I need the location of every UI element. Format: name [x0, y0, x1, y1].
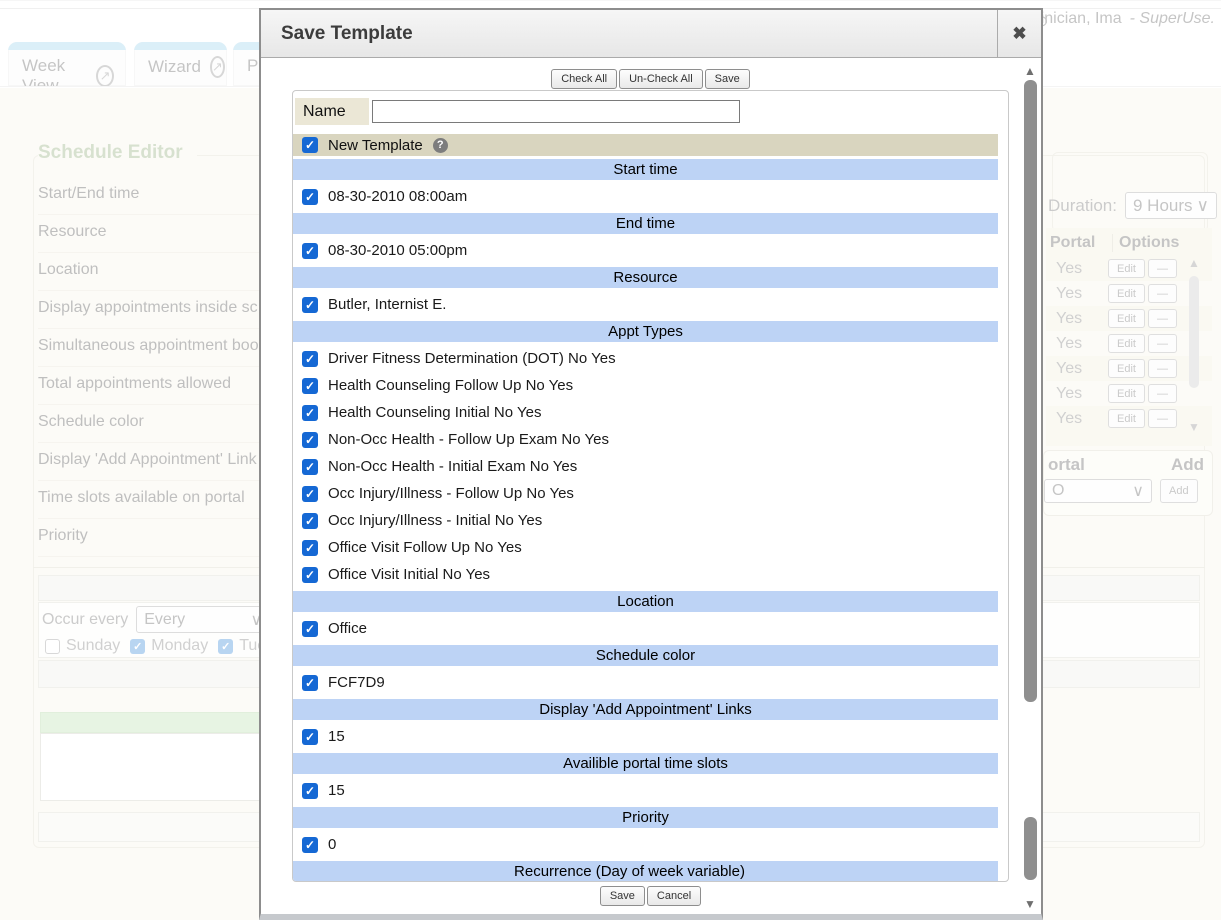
- item-label: Occ Injury/Illness - Follow Up No Yes: [328, 485, 574, 502]
- template-item-row: ✓ 15: [293, 723, 1008, 750]
- section-header: End time: [293, 213, 998, 234]
- item-label: Driver Fitness Determination (DOT) No Ye…: [328, 350, 616, 367]
- uncheck-all-button[interactable]: Un-Check All: [619, 69, 703, 89]
- item-label: Office Visit Initial No Yes: [328, 566, 490, 583]
- item-label: 15: [328, 728, 345, 745]
- item-checkbox[interactable]: ✓: [302, 567, 318, 583]
- check-all-button[interactable]: Check All: [551, 69, 617, 89]
- dialog-titlebar: Save Template ✖: [261, 10, 1041, 58]
- item-checkbox[interactable]: ✓: [302, 783, 318, 799]
- name-label: Name: [295, 98, 369, 125]
- section-header: Recurrence (Day of week variable): [292, 861, 998, 882]
- item-checkbox[interactable]: ✓: [302, 378, 318, 394]
- template-item-row: ✓ Health Counseling Follow Up No Yes: [293, 372, 1008, 399]
- template-item-row: ✓ Non-Occ Health - Initial Exam No Yes: [293, 453, 1008, 480]
- item-checkbox[interactable]: ✓: [302, 432, 318, 448]
- item-label: 08-30-2010 05:00pm: [328, 242, 467, 259]
- help-icon[interactable]: ?: [433, 138, 448, 153]
- item-label: Office: [328, 620, 367, 637]
- item-checkbox[interactable]: ✓: [302, 540, 318, 556]
- scrollbar-thumb[interactable]: [1024, 80, 1037, 702]
- item-checkbox[interactable]: ✓: [302, 486, 318, 502]
- template-item-row: ✓ Office: [293, 615, 1008, 642]
- item-checkbox[interactable]: ✓: [302, 621, 318, 637]
- template-item-row: ✓ FCF7D9: [293, 669, 1008, 696]
- item-checkbox[interactable]: ✓: [302, 351, 318, 367]
- cancel-button[interactable]: Cancel: [647, 886, 701, 906]
- save-template-dialog: Save Template ✖ Check All Un-Check All S…: [259, 8, 1043, 920]
- template-item-row: ✓ Office Visit Initial No Yes: [293, 561, 1008, 588]
- item-checkbox[interactable]: ✓: [302, 459, 318, 475]
- dialog-title: Save Template: [261, 23, 997, 45]
- template-item-row: ✓ Butler, Internist E.: [293, 291, 1008, 318]
- close-icon: ✖: [1012, 24, 1026, 44]
- section-header: Priority: [293, 807, 998, 828]
- template-item-row: ✓ 08-30-2010 08:00am: [293, 183, 1008, 210]
- section-header: Display 'Add Appointment' Links: [293, 699, 998, 720]
- section-header: Location: [293, 591, 998, 612]
- dialog-footer: Save Cancel: [292, 886, 1009, 906]
- item-checkbox[interactable]: ✓: [302, 513, 318, 529]
- item-label: 08-30-2010 08:00am: [328, 188, 467, 205]
- item-checkbox[interactable]: ✓: [302, 405, 318, 421]
- new-template-checkbox[interactable]: ✓: [302, 137, 318, 153]
- template-item-row: ✓ 15: [293, 777, 1008, 804]
- item-checkbox[interactable]: ✓: [302, 675, 318, 691]
- item-label: 15: [328, 782, 345, 799]
- item-label: Occ Injury/Illness - Initial No Yes: [328, 512, 542, 529]
- item-checkbox[interactable]: ✓: [302, 297, 318, 313]
- item-label: Office Visit Follow Up No Yes: [328, 539, 522, 556]
- section-header: Appt Types: [293, 321, 998, 342]
- new-template-row: ✓ New Template ?: [293, 134, 998, 156]
- template-item-row: ✓ Occ Injury/Illness - Initial No Yes: [293, 507, 1008, 534]
- item-label: 0: [328, 836, 336, 853]
- item-label: Non-Occ Health - Initial Exam No Yes: [328, 458, 577, 475]
- item-label: Health Counseling Initial No Yes: [328, 404, 541, 421]
- save-button-bottom[interactable]: Save: [600, 886, 645, 906]
- new-template-label: New Template: [328, 137, 423, 154]
- scroll-down-icon[interactable]: ▼: [1023, 897, 1037, 911]
- item-checkbox[interactable]: ✓: [302, 729, 318, 745]
- section-header: Resource: [293, 267, 998, 288]
- dialog-toolbar: Check All Un-Check All Save: [292, 69, 1009, 89]
- template-name-input[interactable]: [372, 100, 740, 123]
- save-button-top[interactable]: Save: [705, 69, 750, 89]
- section-header: Start time: [293, 159, 998, 180]
- section-header: Availible portal time slots: [293, 753, 998, 774]
- item-label: Non-Occ Health - Follow Up Exam No Yes: [328, 431, 609, 448]
- template-item-row: ✓ Driver Fitness Determination (DOT) No Y…: [293, 345, 1008, 372]
- template-options-box: Name ✓ New Template ? Start time ✓ 08-30-2…: [292, 90, 1009, 882]
- item-checkbox[interactable]: ✓: [302, 189, 318, 205]
- section-header: Schedule color: [293, 645, 998, 666]
- dialog-body: Check All Un-Check All Save Name ✓ New T…: [261, 58, 1041, 914]
- template-sections: Start time ✓ 08-30-2010 08:00am End time ✓ 08…: [293, 159, 1008, 882]
- scrollbar-thumb-lower[interactable]: [1024, 817, 1037, 880]
- template-item-row: ✓ Health Counseling Initial No Yes: [293, 399, 1008, 426]
- template-item-row: ✓0: [293, 831, 1008, 858]
- item-label: Butler, Internist E.: [328, 296, 446, 313]
- item-checkbox[interactable]: ✓: [302, 837, 318, 853]
- scroll-up-icon[interactable]: ▲: [1023, 64, 1037, 78]
- item-label: Health Counseling Follow Up No Yes: [328, 377, 573, 394]
- item-label: FCF7D9: [328, 674, 385, 691]
- template-item-row: ✓ 08-30-2010 05:00pm: [293, 237, 1008, 264]
- template-item-row: ✓ Office Visit Follow Up No Yes: [293, 534, 1008, 561]
- template-item-row: ✓ Occ Injury/Illness - Follow Up No Yes: [293, 480, 1008, 507]
- close-button[interactable]: ✖: [997, 10, 1041, 58]
- template-item-row: ✓ Non-Occ Health - Follow Up Exam No Yes: [293, 426, 1008, 453]
- dialog-scrollbar[interactable]: ▲ ▼: [1021, 58, 1039, 914]
- item-checkbox[interactable]: ✓: [302, 243, 318, 259]
